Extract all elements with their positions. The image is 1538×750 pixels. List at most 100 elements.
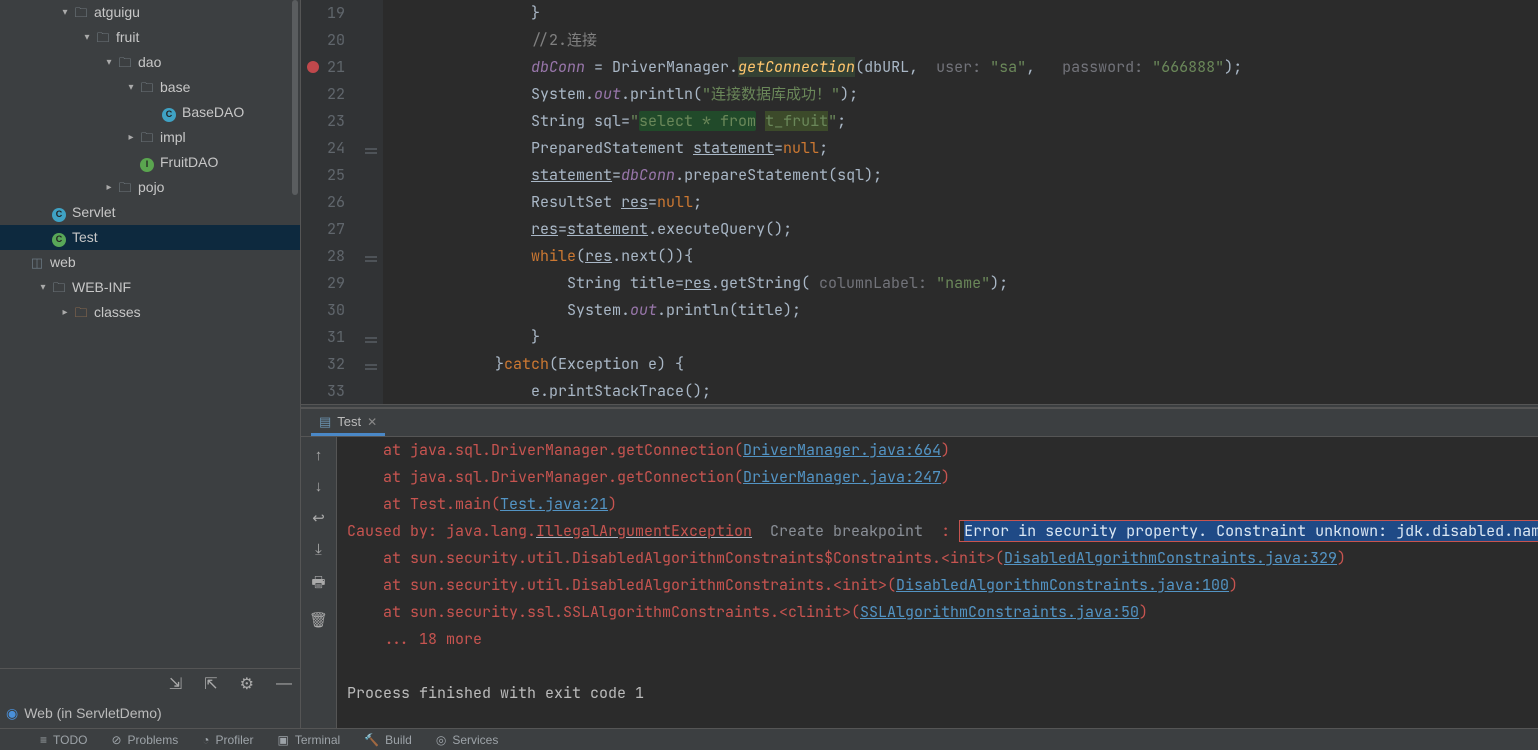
- down-arrow-icon[interactable]: ↓: [315, 478, 323, 495]
- editor-code[interactable]: } //2.连接 dbConn = DriverManager.getConne…: [383, 0, 1538, 404]
- tree-item[interactable]: ▾🗀atguigu: [0, 0, 300, 25]
- console-tab-test[interactable]: ▤ Test ✕: [311, 410, 385, 436]
- chevron-icon[interactable]: ▸: [58, 300, 72, 325]
- code-line[interactable]: //2.连接: [423, 27, 1538, 54]
- tree-item[interactable]: CServlet: [0, 200, 300, 225]
- gutter-line[interactable]: 26: [301, 189, 345, 216]
- project-tree[interactable]: ▾🗀atguigu▾🗀fruit▾🗀dao▾🗀baseCBaseDAO▸🗀imp…: [0, 0, 300, 668]
- minimize-icon[interactable]: —: [276, 675, 292, 693]
- console-line[interactable]: Caused by: java.lang.IllegalArgumentExce…: [347, 518, 1538, 545]
- gear-icon[interactable]: ⚙: [240, 674, 254, 694]
- chevron-icon[interactable]: ▾: [124, 75, 138, 100]
- tree-item[interactable]: ▾🗀WEB-INF: [0, 275, 300, 300]
- print-icon[interactable]: 🖶: [311, 572, 325, 597]
- gutter-line[interactable]: 27: [301, 216, 345, 243]
- console-line[interactable]: at sun.security.util.DisabledAlgorithmCo…: [347, 545, 1538, 572]
- trash-icon[interactable]: 🗑: [309, 611, 328, 629]
- up-arrow-icon[interactable]: ↑: [315, 447, 323, 464]
- gutter-line[interactable]: 22: [301, 81, 345, 108]
- chevron-icon[interactable]: ▾: [36, 275, 50, 300]
- code-editor[interactable]: 192021222324252627282930313233 } //2.连接 …: [301, 0, 1538, 404]
- interface-icon: I: [138, 150, 156, 175]
- status-services[interactable]: ◎Services: [436, 733, 499, 747]
- tree-item[interactable]: ▾🗀dao: [0, 50, 300, 75]
- folder-icon: 🗀: [138, 125, 156, 150]
- fold-icon[interactable]: [363, 331, 379, 345]
- code-line[interactable]: res=statement.executeQuery();: [423, 216, 1538, 243]
- console-panel: ▤ Test ✕ ↑ ↓ ↩ ⤓ 🖶 🗑 at java.sql.DriverM…: [301, 408, 1538, 728]
- chevron-icon[interactable]: ▾: [58, 0, 72, 25]
- gutter-line[interactable]: 20: [301, 27, 345, 54]
- build-icon: 🔨: [364, 733, 379, 747]
- tree-item[interactable]: CTest: [0, 225, 300, 250]
- tree-item[interactable]: ▾🗀fruit: [0, 25, 300, 50]
- code-line[interactable]: System.out.println("连接数据库成功！");: [423, 81, 1538, 108]
- status-profiler[interactable]: ◔Profiler: [202, 733, 253, 747]
- chevron-icon[interactable]: ▾: [80, 25, 94, 50]
- gutter-line[interactable]: 23: [301, 108, 345, 135]
- code-line[interactable]: dbConn = DriverManager.getConnection(dbU…: [423, 54, 1538, 81]
- fold-icon[interactable]: [363, 142, 379, 156]
- status-todo[interactable]: ≡TODO: [40, 733, 87, 747]
- tree-item[interactable]: ▸🗀impl: [0, 125, 300, 150]
- code-line[interactable]: String title=res.getString( columnLabel:…: [423, 270, 1538, 297]
- code-line[interactable]: while(res.next()){: [423, 243, 1538, 270]
- console-line[interactable]: at java.sql.DriverManager.getConnection(…: [347, 464, 1538, 491]
- status-build[interactable]: 🔨Build: [364, 733, 412, 747]
- console-line[interactable]: [347, 653, 1538, 680]
- tree-item[interactable]: ◫web: [0, 250, 300, 275]
- gutter-line[interactable]: 19: [301, 0, 345, 27]
- folder-icon: 🗀: [116, 50, 134, 75]
- gutter-line[interactable]: 25: [301, 162, 345, 189]
- console-line[interactable]: Process finished with exit code 1: [347, 680, 1538, 707]
- status-problems[interactable]: ⊘Problems: [111, 733, 178, 747]
- chevron-icon[interactable]: ▸: [124, 125, 138, 150]
- editor-gutter[interactable]: 192021222324252627282930313233: [301, 0, 359, 404]
- expand-all-icon[interactable]: ⇲: [169, 674, 182, 694]
- run-window-icon: ▤: [319, 414, 331, 430]
- tree-item[interactable]: ▸🗀classes: [0, 300, 300, 325]
- code-line[interactable]: String sql="select * from t_fruit";: [423, 108, 1538, 135]
- gutter-line[interactable]: 29: [301, 270, 345, 297]
- scope-label: Web (in ServletDemo): [24, 705, 161, 721]
- console-line[interactable]: at sun.security.ssl.SSLAlgorithmConstrai…: [347, 599, 1538, 626]
- code-line[interactable]: }catch(Exception e) {: [423, 351, 1538, 378]
- chevron-icon[interactable]: ▾: [102, 50, 116, 75]
- soft-wrap-icon[interactable]: ↩: [312, 509, 325, 527]
- code-line[interactable]: }: [423, 0, 1538, 27]
- console-output[interactable]: at java.sql.DriverManager.getConnection(…: [337, 437, 1538, 728]
- fold-icon[interactable]: [363, 250, 379, 264]
- status-terminal[interactable]: ▣Terminal: [277, 733, 340, 747]
- console-tab-label: Test: [337, 414, 361, 429]
- scope-selector[interactable]: ◉ Web (in ServletDemo): [0, 698, 300, 728]
- close-icon[interactable]: ✕: [367, 415, 377, 429]
- console-line[interactable]: at sun.security.util.DisabledAlgorithmCo…: [347, 572, 1538, 599]
- code-line[interactable]: e.printStackTrace();: [423, 378, 1538, 404]
- todo-icon: ≡: [40, 733, 47, 747]
- code-line[interactable]: statement=dbConn.prepareStatement(sql);: [423, 162, 1538, 189]
- tree-item[interactable]: CBaseDAO: [0, 100, 300, 125]
- code-line[interactable]: }: [423, 324, 1538, 351]
- code-line[interactable]: System.out.println(title);: [423, 297, 1538, 324]
- scrollbar[interactable]: [292, 0, 298, 195]
- console-line[interactable]: ... 18 more: [347, 626, 1538, 653]
- tree-item[interactable]: IFruitDAO: [0, 150, 300, 175]
- code-line[interactable]: PreparedStatement statement=null;: [423, 135, 1538, 162]
- collapse-all-icon[interactable]: ⇱: [204, 674, 217, 694]
- console-line[interactable]: at Test.main(Test.java:21): [347, 491, 1538, 518]
- gutter-line[interactable]: 21: [301, 54, 345, 81]
- gutter-line[interactable]: 32: [301, 351, 345, 378]
- code-line[interactable]: ResultSet res=null;: [423, 189, 1538, 216]
- gutter-line[interactable]: 28: [301, 243, 345, 270]
- chevron-icon[interactable]: ▸: [102, 175, 116, 200]
- gutter-line[interactable]: 24: [301, 135, 345, 162]
- gutter-line[interactable]: 30: [301, 297, 345, 324]
- tree-item[interactable]: ▸🗀pojo: [0, 175, 300, 200]
- gutter-line[interactable]: 31: [301, 324, 345, 351]
- tree-item[interactable]: ▾🗀base: [0, 75, 300, 100]
- editor-margin[interactable]: [359, 0, 383, 404]
- gutter-line[interactable]: 33: [301, 378, 345, 404]
- scroll-to-end-icon[interactable]: ⤓: [315, 541, 322, 558]
- fold-icon[interactable]: [363, 358, 379, 372]
- console-line[interactable]: at java.sql.DriverManager.getConnection(…: [347, 437, 1538, 464]
